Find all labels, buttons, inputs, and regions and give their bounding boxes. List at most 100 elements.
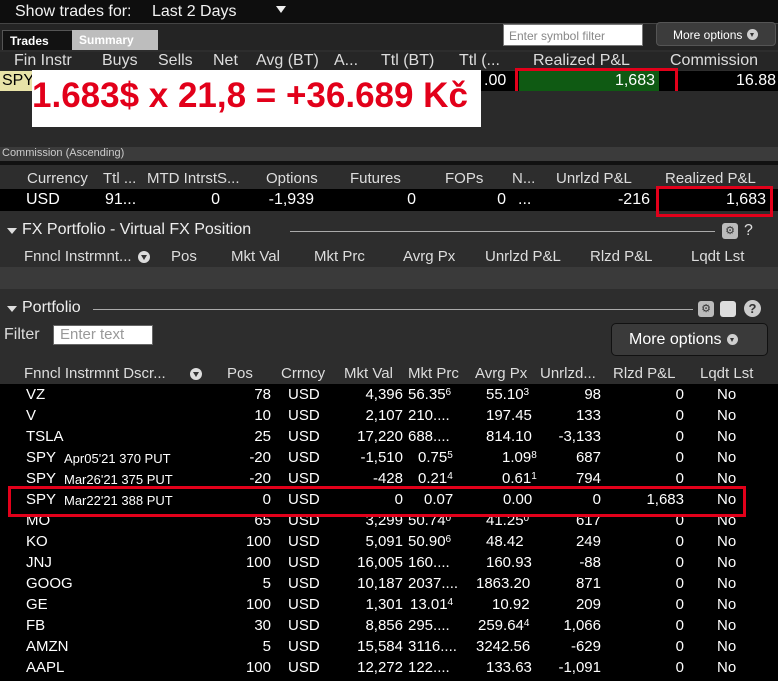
row-currency: USD	[288, 449, 320, 466]
col-mkt-prc[interactable]: Mkt Prc	[314, 248, 365, 265]
configure-icon[interactable]: ⚙	[698, 301, 714, 317]
help-icon[interactable]: ?	[744, 222, 753, 240]
row-lqdt: No	[717, 470, 737, 487]
collapse-triangle-icon[interactable]	[7, 306, 17, 312]
col-currency[interactable]: Currency	[27, 170, 88, 187]
chevron-down-icon[interactable]	[138, 251, 150, 263]
col-mkt-val[interactable]: Mkt Val	[344, 365, 393, 382]
avg-px-sup: 3	[523, 387, 530, 398]
row-rlzd: 0	[675, 596, 684, 613]
row-lqdt: No	[717, 449, 737, 466]
collapse-triangle-icon[interactable]	[7, 228, 17, 234]
row-symbol: VZ	[26, 386, 46, 403]
window-icon[interactable]	[720, 301, 736, 317]
avg-px-sup: 4	[523, 618, 530, 629]
filter-input[interactable]: Enter text	[53, 325, 153, 345]
table-row[interactable]: KO 100 USD 5,091 50.906 48.42 249 0 No	[0, 531, 778, 552]
row-avg-px: 1.098	[502, 449, 537, 466]
col-fnncl-instrmnt[interactable]: Fnncl Instrmnt...	[24, 248, 132, 265]
col-mkt-prc[interactable]: Mkt Prc	[408, 365, 459, 382]
table-row[interactable]: VZ 78 USD 4,396 56.356 55.103 98 0 No	[0, 384, 778, 405]
col-pos[interactable]: Pos	[227, 365, 253, 382]
col-realized-pl[interactable]: Realized P&L	[665, 170, 756, 187]
mkt-prc-value: 2037....	[408, 575, 459, 592]
row-unrlzd: 98	[584, 386, 601, 403]
mkt-prc-value: 295....	[408, 617, 450, 634]
table-row[interactable]: SPY Apr05'21 370 PUT -20 USD -1,510 0.75…	[0, 447, 778, 468]
highlight-box-spy-row	[8, 486, 746, 517]
more-options-button-top[interactable]: More options	[656, 22, 776, 46]
col-pos[interactable]: Pos	[171, 248, 197, 265]
row-currency: USD	[288, 386, 320, 403]
col-sells[interactable]: Sells	[158, 52, 193, 70]
row-pos: 78	[254, 386, 271, 403]
col-ttl[interactable]: Ttl (...	[459, 52, 500, 70]
col-rlzd-pl[interactable]: Rlzd P&L	[613, 365, 676, 382]
row-unrlzd: 687	[575, 449, 601, 466]
summary-fops: 0	[497, 191, 506, 208]
symbol-filter-input[interactable]: Enter symbol filter	[503, 24, 643, 46]
configure-icon[interactable]: ⚙	[722, 223, 738, 239]
col-unrlzd[interactable]: Unrlzd...	[540, 365, 596, 382]
tab-trades[interactable]: Trades	[2, 30, 74, 50]
mkt-prc-value: 688....	[408, 428, 450, 445]
col-crrncy[interactable]: Crrncy	[281, 365, 325, 382]
col-a[interactable]: A...	[334, 52, 358, 70]
table-row[interactable]: JNJ 100 USD 16,005 160.... 160.93 -88 0 …	[0, 552, 778, 573]
row-pos: 25	[254, 428, 271, 445]
col-unrlzd-pl[interactable]: Unrlzd P&L	[485, 248, 561, 265]
row-lqdt: No	[717, 407, 737, 424]
row-unrlzd: 209	[575, 596, 601, 613]
avg-px-value: 1.09	[502, 449, 532, 466]
col-fin-instr[interactable]: Fin Instr	[14, 52, 72, 70]
col-net[interactable]: Net	[213, 52, 238, 70]
mkt-prc-value: 122....	[408, 659, 450, 676]
col-options[interactable]: Options	[266, 170, 318, 187]
col-futures[interactable]: Futures	[350, 170, 401, 187]
col-avrg-px[interactable]: Avrg Px	[403, 248, 455, 265]
row-rlzd: 0	[675, 659, 684, 676]
help-icon[interactable]: ?	[744, 300, 761, 317]
col-ttl[interactable]: Ttl ...	[103, 170, 136, 187]
more-options-button[interactable]: More options	[611, 323, 768, 356]
row-mkt-prc: 2037....	[408, 575, 458, 592]
col-ttl-bt[interactable]: Ttl (BT)	[381, 52, 434, 70]
col-avg-bt[interactable]: Avg (BT)	[256, 52, 319, 70]
row-mkt-val: 15,584	[357, 638, 403, 655]
table-row[interactable]: AMZN 5 USD 15,584 3116.... 3242.56 -629 …	[0, 636, 778, 657]
col-avrg-px[interactable]: Avrg Px	[475, 365, 527, 382]
table-row[interactable]: TSLA 25 USD 17,220 688.... 814.10 -3,133…	[0, 426, 778, 447]
col-commission[interactable]: Commission	[670, 52, 758, 70]
table-row[interactable]: GOOG 5 USD 10,187 2037.... 1863.20 871 0…	[0, 573, 778, 594]
col-lqdt-lst[interactable]: Lqdt Lst	[700, 365, 753, 382]
mkt-prc-value: 0.75	[418, 449, 448, 466]
summary-futures: 0	[407, 191, 416, 208]
col-fops[interactable]: FOPs	[445, 170, 483, 187]
chevron-down-icon[interactable]	[276, 6, 286, 13]
col-lqdt-lst[interactable]: Lqdt Lst	[691, 248, 744, 265]
row-pos: 5	[262, 638, 271, 655]
table-row[interactable]: GE 100 USD 1,301 13.014 10.92 209 0 No	[0, 594, 778, 615]
avg-px-value: 133.63	[486, 659, 532, 676]
period-select[interactable]: Last 2 Days	[152, 3, 236, 21]
table-row[interactable]: AAPL 100 USD 12,272 122.... 133.63 -1,09…	[0, 657, 778, 678]
col-fnncl-instrmnt-dscr[interactable]: Fnncl Instrmnt Dscr...	[24, 365, 166, 382]
fx-empty-body	[0, 267, 778, 289]
row-symbol: V	[26, 407, 37, 424]
table-row[interactable]: FB 30 USD 8,856 295.... 259.644 1,066 0 …	[0, 615, 778, 636]
table-row[interactable]: V 10 USD 2,107 210.... 197.45 133 0 No	[0, 405, 778, 426]
highlight-box-summary-realized	[656, 186, 773, 217]
col-buys[interactable]: Buys	[102, 52, 138, 70]
col-n[interactable]: N...	[512, 170, 535, 187]
summary-unrlzd: -216	[617, 191, 650, 208]
row-avg-px: 3242.56	[476, 638, 530, 655]
col-mtd-intrst[interactable]: MTD IntrstS...	[147, 170, 240, 187]
col-unrlzd-pl[interactable]: Unrlzd P&L	[556, 170, 632, 187]
col-rlzd-pl[interactable]: Rlzd P&L	[590, 248, 653, 265]
chevron-down-icon[interactable]	[190, 368, 202, 380]
more-options-label: More options	[629, 331, 722, 348]
tab-summary[interactable]: Summary	[72, 30, 158, 50]
mkt-prc-value: 160....	[408, 554, 450, 571]
row-mkt-prc: 3116....	[408, 638, 457, 655]
col-mkt-val[interactable]: Mkt Val	[231, 248, 280, 265]
